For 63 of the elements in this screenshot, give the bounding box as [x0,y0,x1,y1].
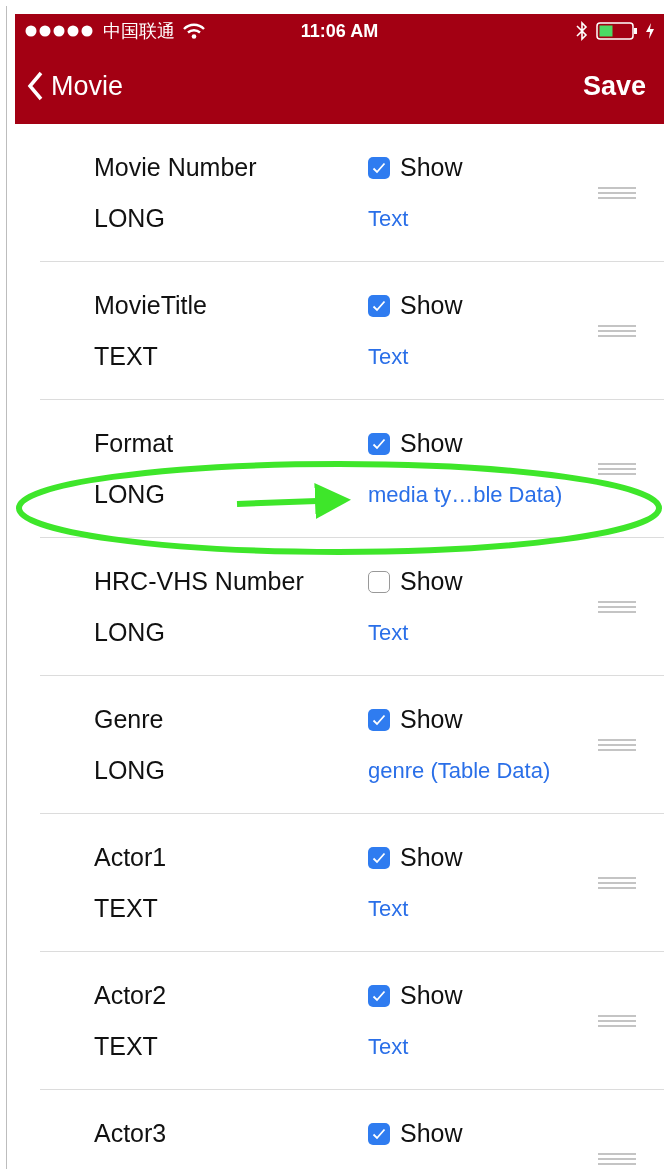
field-type: LONG [94,618,165,647]
checkmark-icon [372,713,386,726]
field-name: HRC-VHS Number [94,567,304,596]
checkbox-label: Show [400,705,463,734]
checkbox-label: Show [400,291,463,320]
field-name: MovieTitle [94,291,207,320]
drag-handle-icon[interactable] [598,325,636,337]
save-button[interactable]: Save [582,70,646,102]
format-link[interactable]: Text [368,205,409,232]
field-type: LONG [94,480,165,509]
format-link[interactable]: Text [368,343,409,370]
field-type: LONG [94,756,165,785]
checkbox-label: Show [400,567,463,596]
drag-handle-icon[interactable] [598,877,636,889]
back-button[interactable]: Movie [27,70,124,102]
checkmark-icon [372,437,386,450]
checkbox-label: Show [400,153,463,182]
checkbox[interactable] [368,570,390,593]
format-link[interactable]: Text [368,619,409,646]
checkbox[interactable] [368,846,390,869]
field-name: Format [94,429,174,458]
drag-handle-icon[interactable] [598,187,636,199]
checkbox[interactable] [368,156,390,179]
format-link[interactable]: Text [368,895,409,922]
checkbox[interactable] [368,294,390,317]
carrier-name: 中国联通 [103,20,175,43]
checkmark-icon [372,161,386,174]
drag-handle-icon[interactable] [598,463,636,475]
checkbox[interactable] [368,432,390,455]
checkmark-icon [372,989,386,1002]
battery-icon [596,22,638,40]
checkmark-icon [372,1127,386,1140]
format-link[interactable]: media ty…ble Data) [368,481,563,508]
drag-handle-icon[interactable] [598,1153,636,1165]
signal-icon [25,25,95,37]
checkbox-label: Show [400,429,463,458]
checkmark-icon [372,851,386,864]
format-link[interactable]: genre (Table Data) [368,757,551,784]
checkbox[interactable] [368,984,390,1007]
wifi-icon [183,23,205,39]
checkbox-label: Show [400,981,463,1010]
field-name: Actor3 [94,1119,167,1148]
chevron-left-icon [27,71,43,101]
charging-icon [646,23,654,39]
drag-handle-icon[interactable] [598,739,636,751]
drag-handle-icon[interactable] [598,1015,636,1027]
checkbox-label: Show [400,843,463,872]
field-type: TEXT [94,894,158,923]
field-type: LONG [94,204,165,233]
field-name: Genre [94,705,164,734]
status-time: 11:06 AM [300,20,379,42]
checkbox[interactable] [368,708,390,731]
field-name: Actor1 [94,843,167,872]
checkmark-icon [372,299,386,312]
checkbox[interactable] [368,1122,390,1145]
drag-handle-icon[interactable] [598,601,636,613]
bluetooth-icon [576,21,588,41]
format-link[interactable]: Text [368,1033,409,1060]
checkbox-label: Show [400,1119,463,1148]
field-type: TEXT [94,1032,158,1061]
field-name: Actor2 [94,981,167,1010]
field-type: TEXT [94,342,158,371]
field-name: Movie Number [94,153,257,182]
